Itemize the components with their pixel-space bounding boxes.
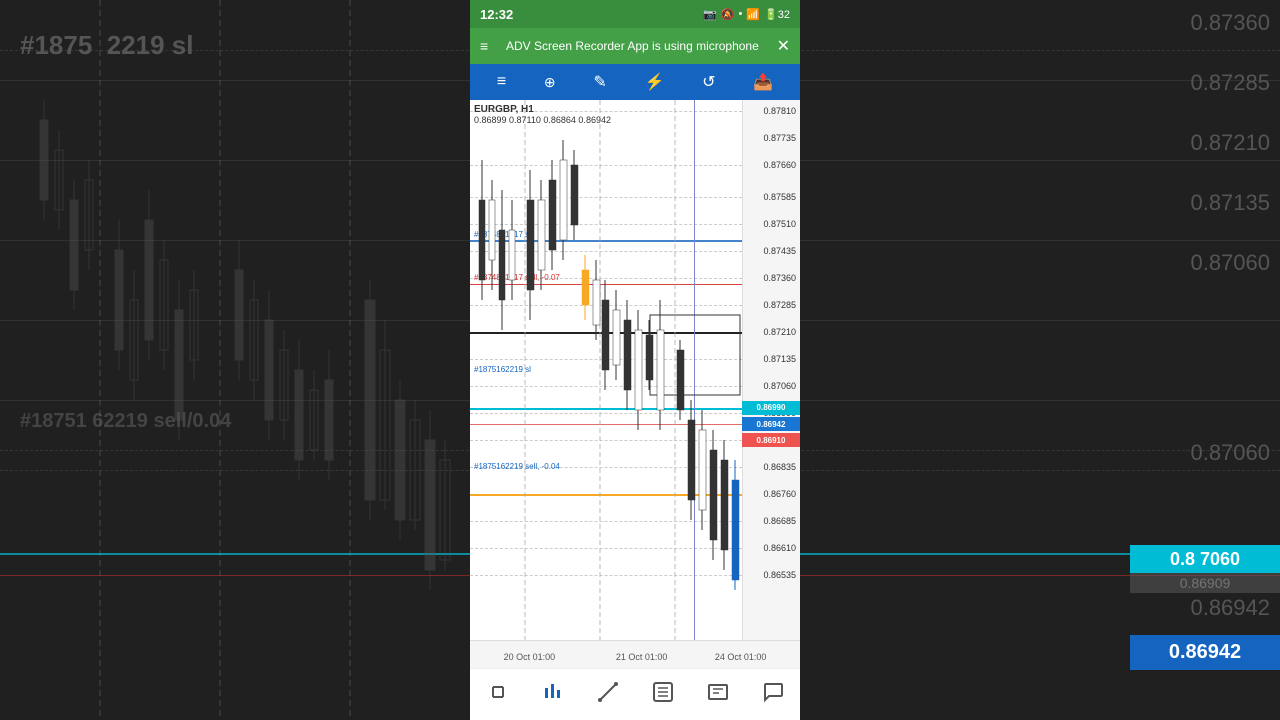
bg-right-label-5: 0.87060: [1190, 250, 1270, 276]
price-label-1: 0.87810: [763, 106, 796, 116]
price-label-15: 0.86685: [763, 516, 796, 526]
bg-cyan-price-box: 0.8 7060: [1130, 545, 1280, 573]
price-label-4: 0.87585: [763, 192, 796, 202]
price-label-11: 0.87060: [763, 381, 796, 391]
price-label-8: 0.87285: [763, 300, 796, 310]
bg-right-label-7: 0.86942: [1190, 595, 1270, 621]
candlestick-chart: [470, 100, 742, 640]
price-box-blue: 0.86942: [742, 417, 800, 431]
toolbar-menu-icon[interactable]: ≡: [493, 69, 510, 95]
close-notification-button[interactable]: ✕: [777, 36, 790, 56]
chart-info: EURGBP, H1 0.86899 0.87110 0.86864 0.869…: [474, 104, 611, 125]
time-label-3: 24 Oct 01:00: [715, 652, 767, 662]
toolbar-trendline-icon[interactable]: ✎: [589, 68, 610, 96]
toolbar-refresh-icon[interactable]: ↺: [698, 68, 719, 96]
toolbar-crosshair-icon[interactable]: ⊕: [540, 70, 560, 95]
status-bar: 12:32 📷 🔕 • 📶 🔋32: [470, 0, 800, 28]
price-label-3: 0.87660: [763, 160, 796, 170]
chart-area: EURGBP, H1 0.86899 0.87110 0.86864 0.869…: [470, 100, 800, 640]
price-label-13: 0.86835: [763, 462, 796, 472]
bg-gray-box: 0.86909: [1130, 573, 1280, 593]
price-label-17: 0.86535: [763, 570, 796, 580]
bg-right-labels: 0.87360 0.87285 0.87210 0.87135 0.87060 …: [1070, 0, 1270, 720]
nav-chat-icon[interactable]: [761, 680, 785, 710]
toolbar-indicator-icon[interactable]: ⚡: [640, 68, 668, 96]
bottom-nav: [470, 668, 800, 720]
time-axis: 20 Oct 01:00 21 Oct 01:00 24 Oct 01:00: [470, 640, 800, 668]
price-label-10: 0.87135: [763, 354, 796, 364]
nav-orders-icon[interactable]: [651, 680, 675, 710]
status-time: 12:32: [480, 7, 513, 22]
nav-indicators-icon[interactable]: [541, 680, 565, 710]
menu-icon: ≡: [480, 38, 488, 54]
bg-blue-price-box: 0.86942: [1130, 635, 1280, 670]
bg-right-label-6: 0.87060: [1190, 440, 1270, 466]
nav-trendline-icon[interactable]: [596, 680, 620, 710]
nav-news-icon[interactable]: [706, 680, 730, 710]
price-box-red: 0.86910: [742, 433, 800, 447]
volume-icon: 🔕: [721, 8, 735, 21]
chart-toolbar: ≡ ⊕ ✎ ⚡ ↺ 📤: [470, 64, 800, 100]
nav-arrows-icon[interactable]: [486, 680, 510, 710]
time-label-2: 21 Oct 01:00: [616, 652, 668, 662]
camera-icon: 📷: [703, 8, 717, 21]
wifi-icon: •: [739, 8, 743, 20]
chart-ohlc-values: 0.86899 0.87110 0.86864 0.86942: [474, 115, 611, 125]
bg-right-label-3: 0.87210: [1190, 130, 1270, 156]
phone-container: 12:32 📷 🔕 • 📶 🔋32 ≡ ADV Screen Recorder …: [470, 0, 800, 720]
bg-right-label-2: 0.87285: [1190, 70, 1270, 96]
price-label-5: 0.87510: [763, 219, 796, 229]
price-label-16: 0.86610: [763, 543, 796, 553]
notification-text: ADV Screen Recorder App is using microph…: [488, 39, 776, 53]
signal-icon: 📶: [746, 8, 760, 21]
battery-icon: 🔋32: [764, 8, 790, 21]
bg-left-labels: #1875 2219 sl #18751 62219 sell/0.04: [20, 0, 480, 720]
price-label-14: 0.86760: [763, 489, 796, 499]
price-label-9: 0.87210: [763, 327, 796, 337]
bg-right-label-4: 0.87135: [1190, 190, 1270, 216]
price-scale: 0.87810 0.87735 0.87660 0.87585 0.87510 …: [742, 100, 800, 640]
bg-candles-left: [20, 0, 480, 720]
price-label-6: 0.87435: [763, 246, 796, 256]
notification-bar: ≡ ADV Screen Recorder App is using micro…: [470, 28, 800, 64]
price-label-2: 0.87735: [763, 133, 796, 143]
bg-right-label-1: 0.87360: [1190, 10, 1270, 36]
chart-pair-label: EURGBP, H1: [474, 104, 611, 115]
price-label-7: 0.87360: [763, 273, 796, 283]
price-box-cyan: 0.86990: [742, 401, 800, 415]
toolbar-share-icon[interactable]: 📤: [749, 68, 777, 96]
time-label-1: 20 Oct 01:00: [504, 652, 556, 662]
status-icons: 📷 🔕 • 📶 🔋32: [703, 8, 790, 21]
